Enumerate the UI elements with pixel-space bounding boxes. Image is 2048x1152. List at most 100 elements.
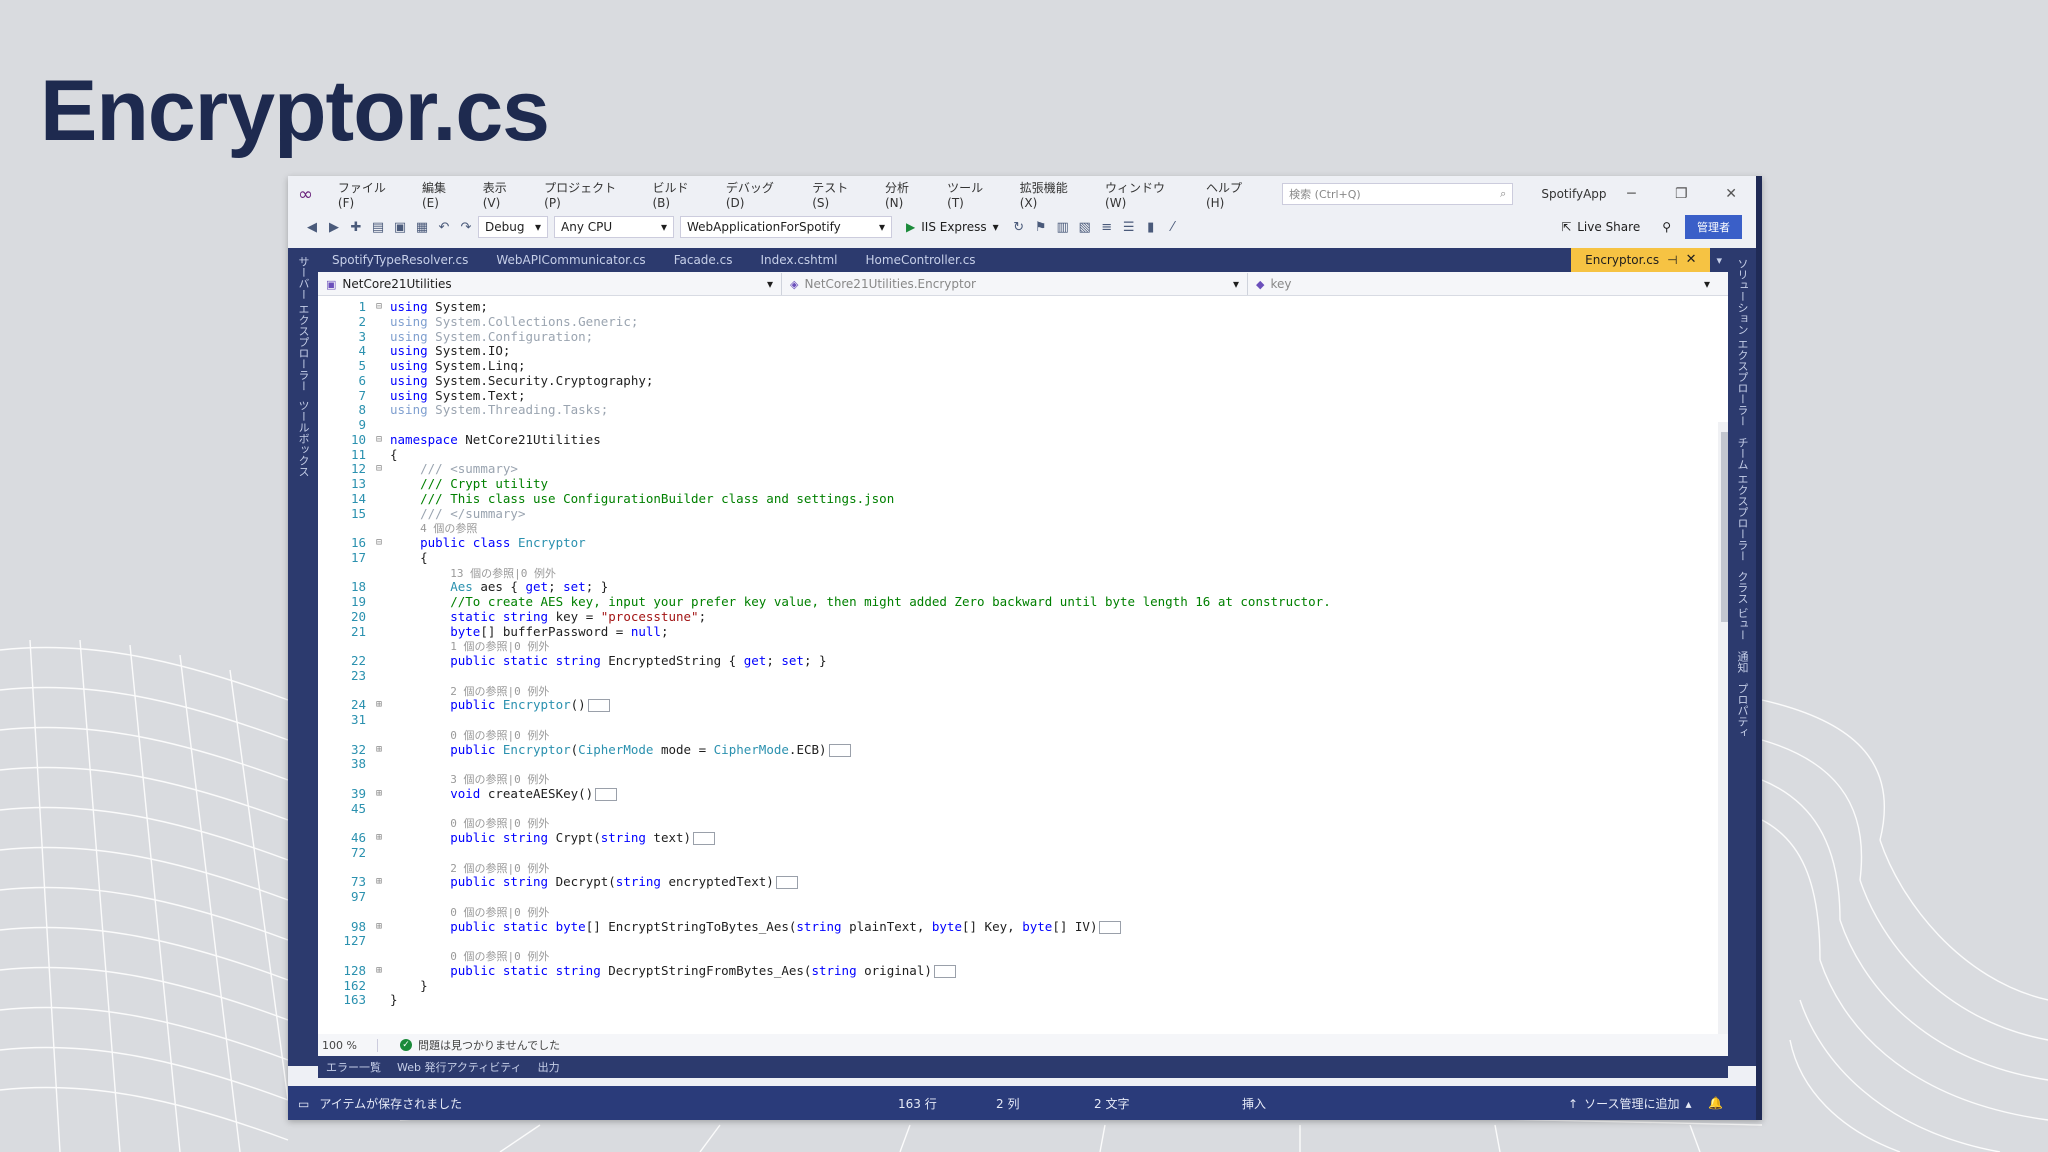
properties-tab[interactable]: プロパティ bbox=[1734, 683, 1750, 738]
code-line[interactable]: 73 ⊞ public string Decrypt(string encrypt… bbox=[318, 874, 1718, 890]
code-line[interactable]: 45 bbox=[318, 801, 1718, 817]
tab-error-list[interactable]: エラー一覧 bbox=[318, 1059, 389, 1075]
code-line[interactable]: 72 bbox=[318, 845, 1718, 861]
menu-project[interactable]: プロジェクト(P) bbox=[534, 179, 642, 210]
code-line[interactable]: 163} bbox=[318, 993, 1718, 1008]
menu-debug[interactable]: デバッグ(D) bbox=[716, 179, 802, 210]
tab-homecontroller[interactable]: HomeController.cs bbox=[852, 248, 1002, 272]
redo-icon[interactable]: ↷ bbox=[456, 220, 476, 235]
editor-vertical-scrollbar[interactable] bbox=[1718, 422, 1728, 1034]
tab-webapicommunicator[interactable]: WebAPICommunicator.cs bbox=[482, 248, 659, 272]
code-line[interactable]: 10 ⊟ namespace NetCore21Utilities bbox=[318, 432, 1718, 448]
code-line[interactable]: 12 ⊟ /// <summary> bbox=[318, 461, 1718, 477]
expand-icon[interactable]: ⊞ bbox=[376, 743, 388, 758]
forward-icon[interactable]: ▶ bbox=[324, 220, 344, 235]
platform-select[interactable]: Any CPU ▾ bbox=[554, 216, 674, 238]
notifications-tab[interactable]: 通知 bbox=[1734, 651, 1750, 673]
tab-output[interactable]: 出力 bbox=[530, 1059, 568, 1075]
member-dropdown[interactable]: ◆ key ▾ bbox=[1248, 273, 1718, 295]
code-line[interactable]: 0 個の参照|0 例外 bbox=[318, 816, 1718, 831]
collapse-icon[interactable]: ⊟ bbox=[376, 433, 388, 448]
code-line[interactable]: 15 /// </summary> bbox=[318, 506, 1718, 522]
collapse-icon[interactable]: ⊟ bbox=[376, 536, 388, 551]
run-button[interactable]: ▶ IIS Express ▾ bbox=[906, 220, 999, 234]
code-line[interactable]: 16 ⊟ public class Encryptor bbox=[318, 535, 1718, 551]
code-line[interactable]: 4 using System.IO; bbox=[318, 343, 1718, 359]
code-line[interactable]: 3 個の参照|0 例外 bbox=[318, 772, 1718, 787]
source-control-button[interactable]: ↑ ソース管理に追加 ▴ bbox=[1568, 1095, 1692, 1112]
code-line[interactable]: 32 ⊞ public Encryptor(CipherMode mode = C… bbox=[318, 742, 1718, 758]
tab-facade[interactable]: Facade.cs bbox=[660, 248, 747, 272]
menu-window[interactable]: ウィンドウ(W) bbox=[1095, 179, 1196, 210]
menu-file[interactable]: ファイル(F) bbox=[328, 179, 412, 210]
menu-help[interactable]: ヘルプ(H) bbox=[1196, 179, 1270, 210]
code-line[interactable]: 20 static string key = "processtune"; bbox=[318, 609, 1718, 625]
issues-indicator[interactable]: ✓ 問題は見つかりませんでした bbox=[400, 1037, 560, 1053]
code-line[interactable]: 11 { bbox=[318, 447, 1718, 463]
code-line[interactable]: 22 public static string EncryptedString … bbox=[318, 653, 1718, 669]
code-line[interactable]: 8 using System.Threading.Tasks; bbox=[318, 402, 1718, 418]
close-window-button[interactable]: ✕ bbox=[1706, 186, 1756, 202]
tab-web-publish-activity[interactable]: Web 発行アクティビティ bbox=[389, 1059, 530, 1075]
solution-explorer-icon[interactable]: ▥ bbox=[1053, 220, 1073, 235]
code-line[interactable]: 23 bbox=[318, 668, 1718, 684]
code-line[interactable]: 162 } bbox=[318, 978, 1718, 994]
properties-icon[interactable]: ▧ bbox=[1075, 220, 1095, 235]
team-explorer-tab[interactable]: チーム エクスプローラー bbox=[1734, 437, 1750, 562]
code-line[interactable]: 1 個の参照|0 例外 bbox=[318, 639, 1718, 654]
undo-icon[interactable]: ↶ bbox=[434, 220, 454, 235]
code-line[interactable]: 18 Aes aes { get; set; } bbox=[318, 579, 1718, 595]
code-line[interactable]: 0 個の参照|0 例外 bbox=[318, 905, 1718, 920]
restore-button[interactable]: ❐ bbox=[1656, 186, 1706, 202]
code-line[interactable]: 13 /// Crypt utility bbox=[318, 476, 1718, 492]
menu-extensions[interactable]: 拡張機能(X) bbox=[1010, 179, 1095, 210]
menu-tools[interactable]: ツール(T) bbox=[937, 179, 1010, 210]
code-line[interactable]: 38 bbox=[318, 757, 1718, 772]
code-line[interactable]: 2 個の参照|0 例外 bbox=[318, 684, 1718, 699]
code-line[interactable]: 0 個の参照|0 例外 bbox=[318, 949, 1718, 964]
tab-index[interactable]: Index.cshtml bbox=[746, 248, 851, 272]
menu-analyze[interactable]: 分析(N) bbox=[875, 179, 937, 210]
class-view-tab[interactable]: クラス ビュー bbox=[1734, 571, 1750, 641]
code-line[interactable]: 21 byte[] bufferPassword = null; bbox=[318, 624, 1718, 640]
menu-build[interactable]: ビルド(B) bbox=[642, 179, 715, 210]
class-dropdown[interactable]: ◈ NetCore21Utilities.Encryptor ▾ bbox=[782, 272, 1248, 295]
open-folder-icon[interactable]: ▤ bbox=[368, 220, 388, 235]
expand-icon[interactable]: ⊞ bbox=[376, 831, 388, 846]
code-line[interactable]: 6 using System.Security.Cryptography; bbox=[318, 373, 1718, 389]
solution-explorer-tab[interactable]: ソリューション エクスプローラー bbox=[1734, 258, 1750, 427]
code-line[interactable]: 7 using System.Text; bbox=[318, 388, 1718, 404]
comment-icon[interactable]: ⁄ bbox=[1163, 220, 1183, 235]
indent-icon[interactable]: ≡ bbox=[1097, 220, 1117, 235]
zoom-level[interactable]: 100 % bbox=[318, 1038, 378, 1052]
code-line[interactable]: 5 using System.Linq; bbox=[318, 358, 1718, 374]
code-line[interactable]: 1 ⊟ using System; bbox=[318, 299, 1718, 315]
outdent-icon[interactable]: ☰ bbox=[1119, 220, 1139, 235]
refresh-icon[interactable]: ↻ bbox=[1009, 220, 1029, 235]
code-line[interactable]: 4 個の参照 bbox=[318, 521, 1718, 536]
expand-icon[interactable]: ⊞ bbox=[376, 920, 388, 935]
expand-icon[interactable]: ⊞ bbox=[376, 787, 388, 802]
code-line[interactable]: 17 { bbox=[318, 550, 1718, 566]
menu-view[interactable]: 表示(V) bbox=[473, 179, 534, 210]
collapse-icon[interactable]: ⊟ bbox=[376, 462, 388, 477]
code-line[interactable]: 14 /// This class use ConfigurationBuild… bbox=[318, 491, 1718, 507]
bookmark-icon[interactable]: ▮ bbox=[1141, 220, 1161, 235]
back-icon[interactable]: ◀ bbox=[302, 220, 322, 235]
code-line[interactable]: 13 個の参照|0 例外 bbox=[318, 566, 1718, 581]
code-line[interactable]: 0 個の参照|0 例外 bbox=[318, 728, 1718, 743]
code-line[interactable]: 31 bbox=[318, 712, 1718, 728]
new-project-icon[interactable]: ✚ bbox=[346, 220, 366, 235]
tab-encryptor[interactable]: Encryptor.cs ⊣ ✕ bbox=[1571, 248, 1711, 272]
code-line[interactable]: 127 bbox=[318, 934, 1718, 949]
code-line[interactable]: 39 ⊞ void createAESKey() bbox=[318, 786, 1718, 802]
configuration-select[interactable]: Debug ▾ bbox=[478, 216, 548, 238]
scrollbar-thumb[interactable] bbox=[1721, 432, 1728, 622]
expand-icon[interactable]: ⊞ bbox=[376, 698, 388, 713]
code-line[interactable]: 9 bbox=[318, 417, 1718, 433]
save-all-icon[interactable]: ▦ bbox=[412, 220, 432, 235]
tab-overflow-icon[interactable]: ▾ bbox=[1710, 254, 1728, 267]
code-line[interactable]: 46 ⊞ public string Crypt(string text) bbox=[318, 830, 1718, 846]
search-input[interactable]: 検索 (Ctrl+Q) ⌕ bbox=[1282, 183, 1514, 205]
code-editor[interactable]: 1 ⊟ using System; 2 using System.Collections… bbox=[318, 296, 1728, 1034]
